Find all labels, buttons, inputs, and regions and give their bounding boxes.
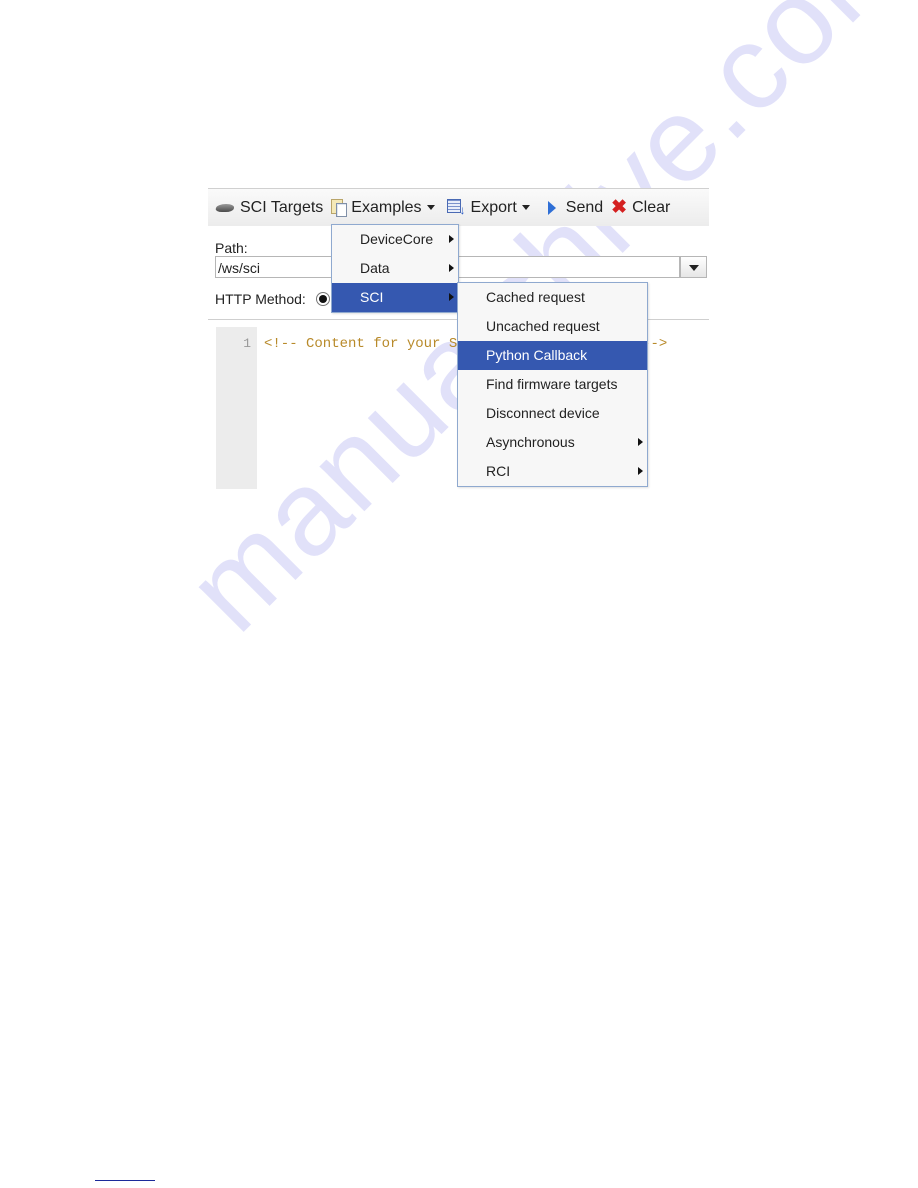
menu-item-data[interactable]: Data bbox=[332, 254, 458, 283]
menu-item-label: Find firmware targets bbox=[486, 376, 618, 392]
http-method-label: HTTP Method: bbox=[215, 291, 306, 307]
export-icon bbox=[446, 198, 467, 217]
submenu-arrow-icon bbox=[638, 467, 643, 475]
menu-item-label: Asynchronous bbox=[486, 434, 575, 450]
chevron-down-icon bbox=[521, 205, 530, 210]
export-button[interactable]: Export bbox=[446, 198, 530, 217]
examples-icon bbox=[331, 198, 348, 217]
menu-item-find-firmware-targets[interactable]: Find firmware targets bbox=[458, 370, 647, 399]
path-label: Path: bbox=[215, 240, 248, 256]
sci-submenu: Cached request Uncached request Python C… bbox=[457, 282, 648, 487]
submenu-arrow-icon bbox=[449, 235, 454, 243]
menu-item-label: SCI bbox=[360, 289, 384, 305]
clear-label: Clear bbox=[632, 198, 671, 216]
path-dropdown-button[interactable] bbox=[680, 256, 707, 278]
clear-icon: ✖ bbox=[611, 196, 628, 218]
send-label: Send bbox=[565, 198, 604, 216]
menu-item-uncached-request[interactable]: Uncached request bbox=[458, 312, 647, 341]
http-method-radio[interactable] bbox=[316, 292, 330, 306]
menu-item-label: Cached request bbox=[486, 289, 585, 305]
menu-item-disconnect-device[interactable]: Disconnect device bbox=[458, 399, 647, 428]
menu-item-asynchronous[interactable]: Asynchronous bbox=[458, 428, 647, 457]
chevron-down-icon bbox=[426, 205, 435, 210]
examples-button[interactable]: Examples bbox=[331, 198, 435, 217]
examples-label: Examples bbox=[351, 198, 422, 216]
menu-item-label: Disconnect device bbox=[486, 405, 600, 421]
examples-menu: DeviceCore Data SCI bbox=[331, 224, 459, 313]
menu-item-label: Data bbox=[360, 260, 390, 276]
send-icon bbox=[547, 200, 556, 215]
toolbar: SCI Targets Examples Export Send ✖ Clear bbox=[208, 188, 709, 226]
menu-item-sci[interactable]: SCI bbox=[332, 283, 458, 312]
sci-targets-icon bbox=[214, 203, 236, 213]
menu-item-cached-request[interactable]: Cached request bbox=[458, 283, 647, 312]
menu-item-label: DeviceCore bbox=[360, 231, 434, 247]
submenu-arrow-icon bbox=[638, 438, 643, 446]
clear-button[interactable]: ✖ Clear bbox=[611, 196, 671, 218]
menu-item-label: Python Callback bbox=[486, 347, 588, 363]
export-label: Export bbox=[470, 198, 517, 216]
line-number: 1 bbox=[243, 336, 251, 351]
menu-item-devicecore[interactable]: DeviceCore bbox=[332, 225, 458, 254]
sci-targets-button[interactable]: SCI Targets bbox=[214, 199, 323, 217]
menu-item-label: RCI bbox=[486, 463, 511, 479]
menu-item-python-callback[interactable]: Python Callback bbox=[458, 341, 647, 370]
menu-item-label: Uncached request bbox=[486, 318, 600, 334]
menu-item-rci[interactable]: RCI bbox=[458, 457, 647, 486]
sci-targets-label: SCI Targets bbox=[240, 198, 324, 216]
submenu-arrow-icon bbox=[449, 293, 454, 301]
editor-gutter: 1 bbox=[216, 327, 257, 489]
submenu-arrow-icon bbox=[449, 264, 454, 272]
footer-rule bbox=[95, 1180, 155, 1181]
send-button[interactable]: Send bbox=[542, 199, 603, 217]
